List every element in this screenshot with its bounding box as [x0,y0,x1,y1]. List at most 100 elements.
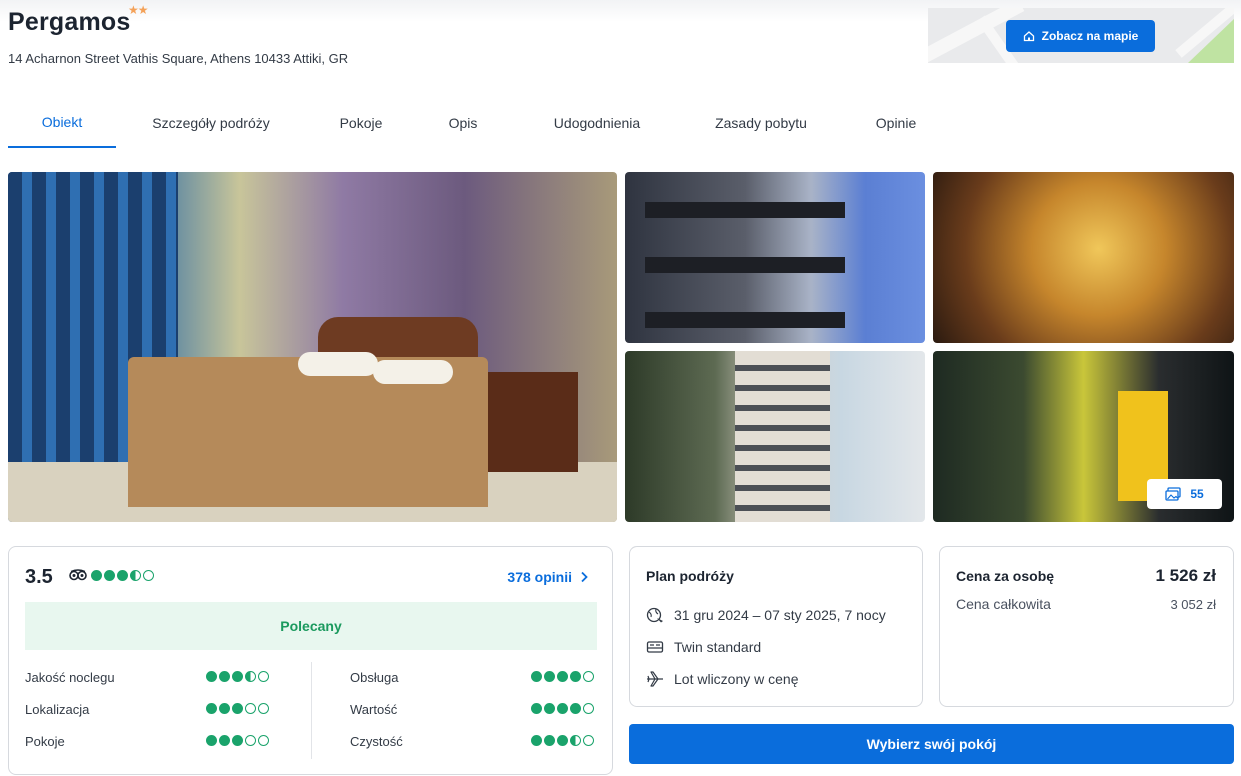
price-per-person: 1 526 zł [1155,566,1217,585]
photo-headboard [318,317,478,357]
rating-bubbles-location [206,703,269,714]
rating-label-location: Lokalizacja [25,702,90,717]
rating-label-rooms: Pokoje [25,734,65,749]
photo-pillow [373,360,453,384]
tab-szczegoly-podrozy[interactable]: Szczegóły podróży [116,98,306,148]
photo-count: 55 [1190,487,1204,501]
bed-icon [646,641,664,653]
rating-bubble [219,703,230,714]
photo-balcony [645,257,845,273]
globe-plane-icon [646,607,663,623]
chevron-right-icon [581,571,588,583]
price-card: Cena za osobę 1 526 zł Cena całkowita 3 … [939,546,1234,707]
tab-pokoje[interactable]: Pokoje [306,98,416,148]
rating-bubble [583,671,594,682]
rating-bubble [557,703,568,714]
rating-bubble [245,671,256,682]
price-per-person-label: Cena za osobę [956,568,1055,584]
tab-label: Opis [448,115,478,131]
trip-dates-row: 31 gru 2024 – 07 sty 2025, 7 nocy [646,606,886,624]
rating-divider [311,662,312,759]
tab-label: Pokoje [339,115,383,131]
recommended-badge: Polecany [25,602,597,650]
photo-lobby[interactable] [933,172,1234,343]
rating-bubbles-cleanliness [531,735,594,746]
reviews-link-label: 378 opinii [507,569,572,585]
rating-bubble [258,671,269,682]
rating-card: 3.5 378 opinii Polecany Jakość noclegu L… [8,546,613,775]
hotel-address: 14 Acharnon Street Vathis Square, Athens… [8,51,349,66]
rating-bubble [206,671,217,682]
rating-bubbles-rooms [206,735,269,746]
room-type: Twin standard [674,639,762,655]
rating-bubble [143,570,154,581]
tripadvisor-owl-icon [69,569,87,581]
rating-bubbles-service [531,671,594,682]
rating-bubble [531,671,542,682]
tab-label: Opinie [875,115,917,131]
rating-score: 3.5 [25,566,53,588]
rating-bubbles-quality [206,671,269,682]
flight-included: Lot wliczony w cenę [674,671,799,687]
rating-bubble [232,735,243,746]
trip-plan-card: Plan podróży 31 gru 2024 – 07 sty 2025, … [629,546,923,707]
tab-opinie[interactable]: Opinie [838,98,954,148]
rating-bubble [544,735,555,746]
tab-udogodnienia[interactable]: Udogodnienia [510,98,684,148]
tab-label: Obiekt [41,114,83,130]
rating-bubble [531,735,542,746]
total-price-label: Cena całkowita [956,596,1051,612]
home-icon [1023,31,1034,42]
room-type-row: Twin standard [646,638,761,656]
rating-bubble [583,703,594,714]
choose-room-button[interactable]: Wybierz swój pokój [629,724,1234,764]
rating-bubbles-value [531,703,594,714]
rating-bubble [245,735,256,746]
tab-label: Zasady pobytu [715,115,807,131]
trip-dates: 31 gru 2024 – 07 sty 2025, 7 nocy [674,607,886,623]
tab-zasady-pobytu[interactable]: Zasady pobytu [684,98,838,148]
photo-building[interactable] [625,351,925,522]
reviews-link[interactable]: 378 opinii [507,569,588,585]
rating-bubble [258,703,269,714]
hotel-stars: ★★ [128,3,148,17]
show-on-map-button[interactable]: Zobacz na mapie [1006,20,1155,52]
rating-bubble [570,671,581,682]
plane-icon [647,671,663,687]
main-photo-room[interactable] [8,172,617,522]
rating-bubble [245,703,256,714]
rating-bubble [557,735,568,746]
rating-bubble [544,703,555,714]
rating-bubble [219,735,230,746]
photo-balcony [645,312,845,328]
hotel-name: Pergamos [8,8,131,36]
images-icon [1165,487,1181,501]
rating-bubble [117,570,128,581]
rating-bubble [206,703,217,714]
photo-facade[interactable] [625,172,925,343]
rating-bubble [570,703,581,714]
trip-plan-title: Plan podróży [646,568,734,584]
rating-bubble [583,735,594,746]
tab-opis[interactable]: Opis [416,98,510,148]
tab-label: Szczegóły podróży [152,115,270,131]
rating-bubble [104,570,115,581]
rating-bubble [258,735,269,746]
rating-label-value: Wartość [350,702,398,717]
photo-balcony [645,202,845,218]
photo-pillow [298,352,378,376]
rating-bubble [570,735,581,746]
rating-bubble [130,570,141,581]
rating-bubble [232,703,243,714]
photo-tower [735,351,830,522]
rating-bubble [232,671,243,682]
rating-bubble [91,570,102,581]
section-tabs: Obiekt Szczegóły podróży Pokoje Opis Udo… [8,98,954,148]
photo-count-button[interactable]: 55 [1147,479,1222,509]
tab-label: Udogodnienia [553,115,641,131]
rating-bubble [557,671,568,682]
rating-bubble [219,671,230,682]
tab-obiekt[interactable]: Obiekt [8,98,116,148]
rating-bubble [544,671,555,682]
flight-row: Lot wliczony w cenę [646,670,799,688]
